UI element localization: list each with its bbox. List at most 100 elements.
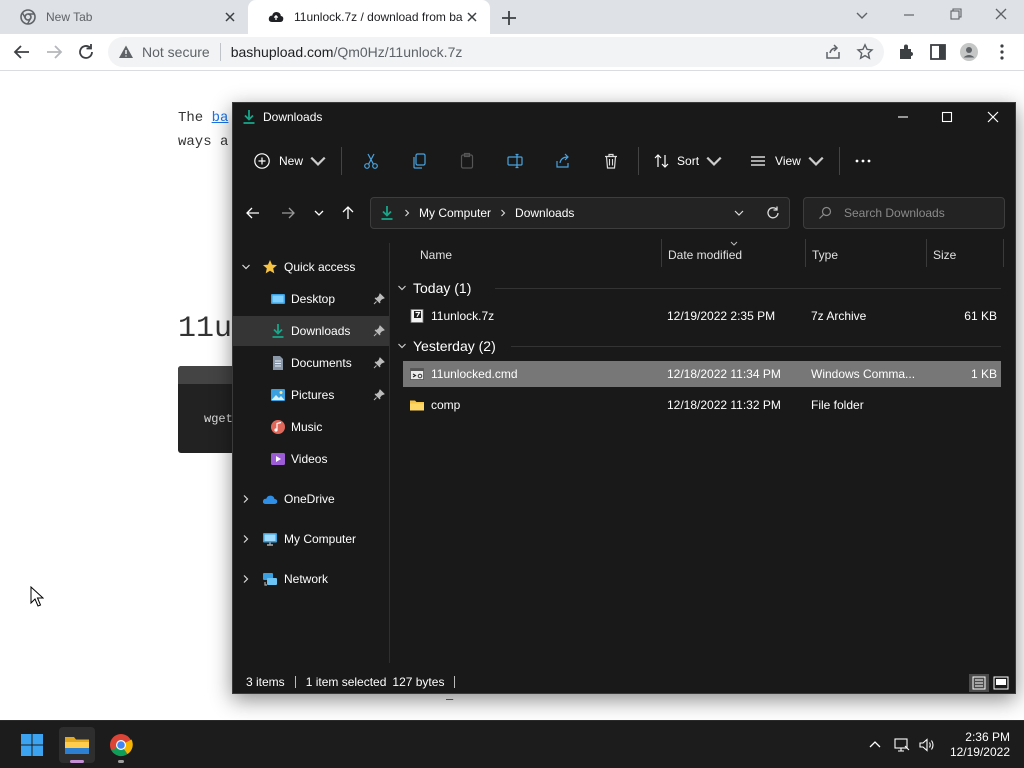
up-arrow-icon[interactable]	[339, 204, 357, 222]
pin-icon[interactable]	[373, 357, 385, 369]
tiles-view-icon[interactable]	[991, 674, 1011, 692]
warning-icon[interactable]	[118, 44, 134, 60]
recent-locations-chevron-icon[interactable]	[310, 204, 328, 222]
group-header-today[interactable]: Today (1)	[397, 277, 471, 299]
new-button[interactable]: New	[253, 145, 327, 177]
view-button[interactable]: View	[749, 145, 825, 177]
breadcrumb-my-computer[interactable]: My Computer	[419, 206, 491, 220]
close-tab-icon[interactable]	[222, 9, 238, 25]
address-bar[interactable]: Not secure bashupload.com/Qm0Hz/11unlock…	[108, 37, 884, 67]
sidebar-item-documents[interactable]: Documents	[233, 348, 389, 378]
column-divider[interactable]	[805, 239, 806, 267]
sidebar-item-desktop[interactable]: Desktop	[233, 284, 389, 314]
browser-tab-strip: New Tab 11unlock.7z / download from ba	[0, 0, 1024, 34]
details-view-icon[interactable]	[969, 674, 989, 692]
breadcrumb-downloads[interactable]: Downloads	[515, 206, 574, 220]
taskbar-chrome[interactable]	[103, 727, 139, 763]
extensions-icon[interactable]	[896, 42, 916, 62]
rename-button[interactable]	[506, 145, 524, 177]
address-box[interactable]: My Computer Downloads	[370, 197, 790, 229]
taskbar-file-explorer[interactable]	[59, 727, 95, 763]
back-arrow-icon[interactable]	[244, 204, 262, 222]
close-window-icon[interactable]	[989, 5, 1013, 25]
code-text: wget	[204, 412, 233, 426]
column-header-name[interactable]: Name	[420, 243, 452, 267]
code-block: wget	[178, 366, 238, 453]
share-button[interactable]	[554, 145, 572, 177]
back-arrow-icon[interactable]	[12, 42, 32, 62]
cut-button[interactable]	[362, 145, 380, 177]
column-divider[interactable]	[1003, 239, 1004, 267]
column-header-type[interactable]: Type	[812, 243, 838, 267]
sidebar-item-pictures[interactable]: Pictures	[233, 380, 389, 410]
explorer-title-bar[interactable]: Downloads	[233, 103, 1015, 131]
sort-button[interactable]: Sort	[653, 145, 723, 177]
pin-icon[interactable]	[373, 325, 385, 337]
sidebar-item-network[interactable]: Network	[233, 564, 389, 594]
tab-bashupload[interactable]: 11unlock.7z / download from ba	[248, 0, 490, 34]
close-window-icon[interactable]	[982, 108, 1004, 126]
new-tab-icon[interactable]	[498, 7, 520, 29]
chrome-icon	[110, 734, 133, 757]
sidebar-item-music[interactable]: Music	[233, 412, 389, 442]
forward-arrow-icon[interactable]	[44, 42, 64, 62]
maximize-icon[interactable]	[936, 108, 958, 126]
sidebar-item-label: Videos	[291, 452, 328, 466]
tab-search-icon[interactable]	[850, 5, 874, 25]
sidebar-item-videos[interactable]: Videos	[233, 444, 389, 474]
collapsed-chevron-icon[interactable]	[241, 494, 251, 504]
column-header-size[interactable]: Size	[933, 243, 956, 267]
command-bar: New Sort View	[233, 139, 1015, 183]
chrome-menu-icon[interactable]	[992, 42, 1012, 62]
intro-link[interactable]: ba	[212, 110, 229, 126]
address-history-chevron-icon[interactable]	[733, 207, 745, 219]
group-header-yesterday[interactable]: Yesterday (2)	[397, 335, 496, 357]
profile-avatar-icon[interactable]	[959, 42, 979, 62]
refresh-icon[interactable]	[765, 205, 781, 221]
expanded-chevron-icon[interactable]	[241, 262, 251, 272]
sort-chevron-icon	[730, 241, 738, 246]
minimize-icon[interactable]	[897, 5, 921, 25]
collapsed-chevron-icon[interactable]	[241, 534, 251, 544]
share-icon[interactable]	[824, 43, 842, 61]
start-button[interactable]	[14, 727, 50, 763]
plus-circle-icon	[254, 153, 270, 169]
collapsed-chevron-icon[interactable]	[241, 574, 251, 584]
pin-icon[interactable]	[373, 389, 385, 401]
breadcrumb-chevron-icon[interactable]	[403, 209, 411, 217]
system-clock[interactable]: 2:36 PM 12/19/2022	[950, 730, 1010, 760]
minimize-icon[interactable]	[892, 108, 914, 126]
bookmark-star-icon[interactable]	[856, 43, 874, 61]
reload-icon[interactable]	[76, 42, 96, 62]
close-tab-icon[interactable]	[464, 9, 480, 25]
network-tray-icon[interactable]	[893, 736, 911, 754]
see-more-button[interactable]	[854, 145, 872, 177]
url-text[interactable]: bashupload.com/Qm0Hz/11unlock.7z	[231, 44, 463, 60]
breadcrumb-chevron-icon[interactable]	[499, 209, 507, 217]
status-bar: 3 items 1 item selected 127 bytes	[233, 671, 1015, 693]
clock-date: 12/19/2022	[949, 745, 1010, 759]
file-row-selected[interactable]: 11unlocked.cmd 12/18/2022 11:34 PM Windo…	[403, 361, 1001, 387]
pin-icon[interactable]	[373, 293, 385, 305]
file-date: 12/18/2022 11:34 PM	[667, 367, 781, 381]
trash-icon	[605, 153, 618, 169]
search-box[interactable]: Search Downloads	[803, 197, 1005, 229]
column-divider[interactable]	[661, 239, 662, 267]
paste-button[interactable]	[458, 145, 476, 177]
side-panel-icon[interactable]	[928, 42, 948, 62]
forward-arrow-icon[interactable]	[279, 204, 297, 222]
file-row[interactable]: comp 12/18/2022 11:32 PM File folder	[403, 392, 1001, 418]
sidebar-item-onedrive[interactable]: OneDrive	[233, 484, 389, 514]
volume-icon[interactable]	[918, 736, 936, 754]
delete-button[interactable]	[602, 145, 620, 177]
copy-button[interactable]	[410, 145, 428, 177]
chevron-up-icon[interactable]	[866, 736, 884, 754]
tab-new-tab[interactable]: New Tab	[0, 0, 248, 34]
sidebar-item-quick-access[interactable]: Quick access	[233, 252, 389, 282]
column-divider[interactable]	[926, 239, 927, 267]
document-icon	[273, 356, 283, 370]
file-row[interactable]: 11unlock.7z 12/19/2022 2:35 PM 7z Archiv…	[403, 303, 1001, 329]
sidebar-item-downloads[interactable]: Downloads	[233, 316, 389, 346]
restore-icon[interactable]	[943, 5, 967, 25]
sidebar-item-my-computer[interactable]: My Computer	[233, 524, 389, 554]
